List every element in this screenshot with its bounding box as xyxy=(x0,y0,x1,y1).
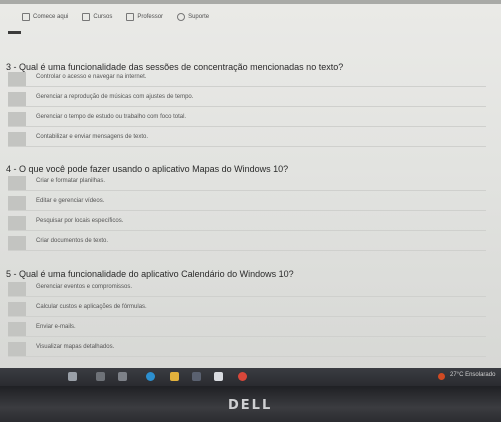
question-5-option-b[interactable]: Calcular custos e aplicações de fórmulas… xyxy=(8,302,486,317)
option-checkbox[interactable] xyxy=(8,196,26,210)
option-label: Visualizar mapas detalhados. xyxy=(36,344,115,350)
option-label: Pesquisar por locais específicos. xyxy=(36,218,124,224)
question-3-option-d[interactable]: Contabilizar e enviar mensagens de texto… xyxy=(8,132,486,147)
dell-logo: DELL xyxy=(228,398,273,413)
option-checkbox[interactable] xyxy=(8,302,26,316)
option-checkbox[interactable] xyxy=(8,342,26,356)
option-label: Criar documentos de texto. xyxy=(36,238,109,244)
option-label: Gerenciar eventos e compromissos. xyxy=(36,284,133,290)
option-label: Contabilizar e enviar mensagens de texto… xyxy=(36,134,149,140)
tab-label: Comece aqui xyxy=(33,14,69,20)
mail-icon[interactable] xyxy=(214,372,223,381)
tab-label: Cursos xyxy=(93,14,113,20)
question-3-option-b[interactable]: Gerenciar a reprodução de músicas com aj… xyxy=(8,92,486,107)
option-label: Enviar e-mails. xyxy=(36,324,76,330)
option-label: Gerenciar o tempo de estudo ou trabalho … xyxy=(36,114,187,120)
weather-text[interactable]: 27°C Ensolarado xyxy=(450,372,495,378)
option-checkbox[interactable] xyxy=(8,216,26,230)
windows-taskbar: 27°C Ensolarado xyxy=(0,368,501,386)
question-4-option-c[interactable]: Pesquisar por locais específicos. xyxy=(8,216,486,231)
option-checkbox[interactable] xyxy=(8,322,26,336)
book-icon xyxy=(126,13,135,21)
option-checkbox[interactable] xyxy=(8,132,26,146)
question-3-option-c[interactable]: Gerenciar o tempo de estudo ou trabalho … xyxy=(8,112,486,127)
option-label: Controlar o acesso e navegar na internet… xyxy=(36,74,147,80)
question-4-title: 4 - O que você pode fazer usando o aplic… xyxy=(6,164,289,174)
active-section-marker xyxy=(8,31,21,34)
question-3-option-a[interactable]: Controlar o acesso e navegar na internet… xyxy=(8,72,486,87)
start-icon[interactable] xyxy=(68,372,77,381)
tab-professor[interactable]: Professor xyxy=(126,10,163,24)
option-checkbox[interactable] xyxy=(8,72,26,86)
option-checkbox[interactable] xyxy=(8,92,26,106)
monitor-bezel-bottom: DELL xyxy=(0,386,501,422)
option-checkbox[interactable] xyxy=(8,282,26,296)
screen: Comece aqui Cursos Professor Suporte 3 -… xyxy=(0,4,501,368)
file-explorer-icon[interactable] xyxy=(170,372,179,381)
question-5-title: 5 - Qual é uma funcionalidade do aplicat… xyxy=(6,269,294,279)
option-checkbox[interactable] xyxy=(8,236,26,250)
question-4-option-a[interactable]: Criar e formatar planilhas. xyxy=(8,176,486,191)
chrome-icon[interactable] xyxy=(238,372,247,381)
browser-tab-bar: Comece aqui Cursos Professor Suporte xyxy=(22,10,209,24)
tab-suporte[interactable]: Suporte xyxy=(177,10,209,24)
tab-comece-aqui[interactable]: Comece aqui xyxy=(22,10,68,24)
option-checkbox[interactable] xyxy=(8,112,26,126)
option-label: Calcular custos e aplicações de fórmulas… xyxy=(36,304,147,310)
question-4-option-b[interactable]: Editar e gerenciar vídeos. xyxy=(8,196,486,211)
question-4-option-d[interactable]: Criar documentos de texto. xyxy=(8,236,486,251)
help-icon xyxy=(177,13,186,21)
question-5-option-a[interactable]: Gerenciar eventos e compromissos. xyxy=(8,282,486,297)
question-5-option-c[interactable]: Enviar e-mails. xyxy=(8,322,486,337)
bookmark-icon xyxy=(22,13,30,21)
store-icon[interactable] xyxy=(192,372,201,381)
weather-sun-icon[interactable] xyxy=(438,373,445,380)
option-label: Editar e gerenciar vídeos. xyxy=(36,198,105,204)
tab-cursos[interactable]: Cursos xyxy=(82,10,112,24)
tab-label: Suporte xyxy=(188,14,210,20)
edge-icon[interactable] xyxy=(146,372,155,381)
tab-label: Professor xyxy=(137,14,164,20)
task-view-icon[interactable] xyxy=(118,372,127,381)
option-label: Criar e formatar planilhas. xyxy=(36,178,106,184)
grid-icon xyxy=(82,13,91,21)
question-5-option-d[interactable]: Visualizar mapas detalhados. xyxy=(8,342,486,357)
search-icon[interactable] xyxy=(96,372,105,381)
question-3-title: 3 - Qual é uma funcionalidade das sessõe… xyxy=(6,62,344,72)
option-checkbox[interactable] xyxy=(8,176,26,190)
option-label: Gerenciar a reprodução de músicas com aj… xyxy=(36,94,194,100)
